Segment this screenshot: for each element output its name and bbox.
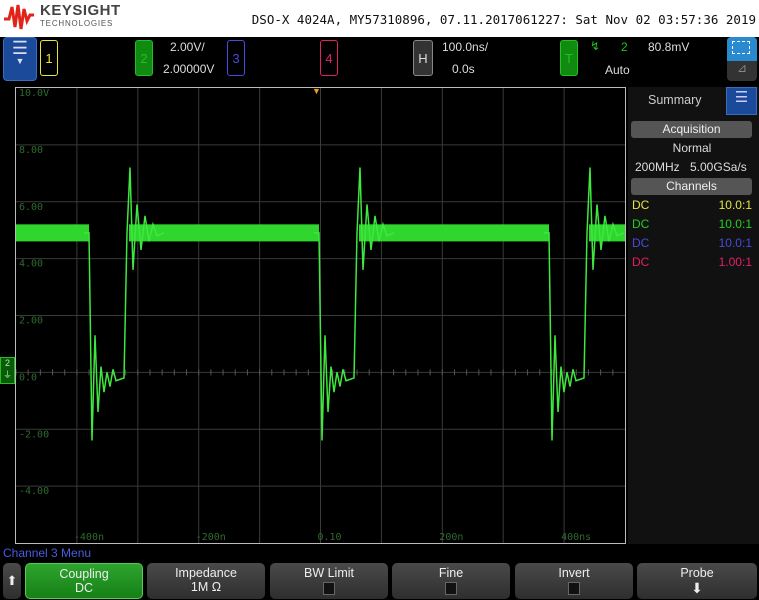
y-axis-label: -4.00 <box>19 486 49 497</box>
zoom-select-icon[interactable] <box>727 37 757 61</box>
waveform-baseline <box>16 224 89 242</box>
instrument-title: DSO-X 4024A, MY57310896, 07.11.201706122… <box>251 12 756 27</box>
softkey-label: BW Limit <box>304 566 354 580</box>
x-axis-label: -200n <box>196 532 226 543</box>
sample-rate: 5.00GSa/s <box>690 160 747 174</box>
coupling: DC <box>632 198 650 212</box>
panel-menu-icon[interactable]: ☰ <box>726 87 757 115</box>
trigger-level: 80.8mV <box>648 40 690 54</box>
y-axis-label: 4.00 <box>19 259 43 270</box>
ground-icon: ⏚ <box>2 370 12 380</box>
softkey-impedance[interactable]: Impedance 1M Ω <box>147 563 265 599</box>
softkey-label: Probe <box>680 566 714 580</box>
channel-2-button[interactable]: 2 <box>135 40 153 76</box>
softkey-probe[interactable]: Probe ⬇ <box>637 563 757 599</box>
softkey-fine[interactable]: Fine <box>392 563 510 599</box>
measure-icon[interactable]: ⊿ <box>727 61 757 81</box>
main-menu-button[interactable]: ☰ ▼ <box>3 37 37 81</box>
bandwidth: 200MHz <box>635 160 680 174</box>
chevron-down-icon: ▼ <box>15 56 25 66</box>
softkey-label: Invert <box>558 566 590 580</box>
arrow-up-icon: ⬆ <box>6 573 18 588</box>
ground-marker-label: 2 <box>4 358 10 368</box>
y-axis-label: 0.0 <box>19 372 37 383</box>
waveform-display[interactable]: 10.0V 8.00 6.00 4.00 2.00 0.0 -2.00 -4.00 -400n -… <box>15 87 626 544</box>
channel-summary-row: DC 1.00:1 <box>632 255 752 269</box>
menu-icon: ☰ <box>11 38 29 58</box>
channel-summary-row: DC 10.0:1 <box>632 198 752 212</box>
y-axis-label: 6.00 <box>19 202 43 213</box>
channel-summary-row: DC 10.0:1 <box>632 236 752 250</box>
softkey-value: 1M Ω <box>190 580 222 594</box>
y-axis-label: -2.00 <box>19 429 49 440</box>
softkey-label: Impedance <box>175 566 237 580</box>
channel-4-button[interactable]: 4 <box>320 40 338 76</box>
ch2-scale: 2.00V/ <box>170 40 205 54</box>
summary-panel: Summary ☰ Acquisition Normal 200MHz 5.00… <box>628 87 759 544</box>
waveform-baseline <box>129 224 319 242</box>
softkey-bw-limit[interactable]: BW Limit <box>270 563 388 599</box>
softkey-value: DC <box>74 581 94 595</box>
x-axis-label: 200n <box>439 532 463 543</box>
brand-sub: TECHNOLOGIES <box>40 19 114 28</box>
acq-mode: Normal <box>672 141 712 155</box>
probe-ratio: 1.00:1 <box>718 255 752 269</box>
trigger-position-marker[interactable]: ▼ <box>312 86 321 96</box>
acquisition-heading[interactable]: Acquisition <box>631 121 752 138</box>
falling-edge-icon: ↯ <box>590 39 601 53</box>
trigger-source: 2 <box>621 40 628 54</box>
header: KEYSIGHT TECHNOLOGIES DSO-X 4024A, MY573… <box>0 0 759 37</box>
channels-heading[interactable]: Channels <box>631 178 752 195</box>
x-axis-label: 0.10 <box>318 532 342 543</box>
y-axis-label: 10.0V <box>19 88 49 99</box>
probe-ratio: 10.0:1 <box>718 236 752 250</box>
x-axis-label: 400ns <box>561 532 591 543</box>
menu-title: Channel 3 Menu <box>3 546 92 560</box>
summary-tab[interactable]: Summary <box>648 93 701 107</box>
ch2-ground-marker[interactable]: 2 ⏚ <box>0 357 15 384</box>
time-delay: 0.0s <box>452 62 475 76</box>
softkey-label: Coupling <box>59 567 109 581</box>
softkey-invert[interactable]: Invert <box>515 563 633 599</box>
coupling: DC <box>632 217 650 231</box>
channel-3-button[interactable]: 3 <box>227 40 245 76</box>
channel-summary-row: DC 10.0:1 <box>632 217 752 231</box>
y-axis-label: 2.00 <box>19 316 43 327</box>
channel-2-waveform <box>84 167 625 441</box>
softkey-coupling[interactable]: Coupling DC <box>25 563 143 599</box>
keysight-logo <box>4 4 34 30</box>
status-bar <box>0 37 759 85</box>
probe-ratio: 10.0:1 <box>718 217 752 231</box>
softkey-label: Fine <box>438 566 464 580</box>
time-scale: 100.0ns/ <box>442 40 489 54</box>
waveform-baseline <box>359 224 549 242</box>
ch2-offset: 2.00000V <box>163 62 215 76</box>
channel-1-button[interactable]: 1 <box>40 40 58 76</box>
coupling: DC <box>632 255 650 269</box>
trigger-button[interactable]: T <box>560 40 578 76</box>
y-axis-label: 8.00 <box>19 145 43 156</box>
arrow-down-icon: ⬇ <box>691 580 703 596</box>
coupling: DC <box>632 236 650 250</box>
probe-ratio: 10.0:1 <box>718 198 752 212</box>
brand: KEYSIGHT <box>40 2 121 19</box>
menu-up-button[interactable]: ⬆ <box>3 563 21 599</box>
x-axis-label: -400n <box>74 532 104 543</box>
fine-checkbox[interactable] <box>445 582 457 595</box>
horizontal-button[interactable]: H <box>413 40 433 76</box>
trigger-mode: Auto <box>605 63 630 77</box>
bw-limit-checkbox[interactable] <box>323 582 335 595</box>
invert-checkbox[interactable] <box>568 582 580 595</box>
